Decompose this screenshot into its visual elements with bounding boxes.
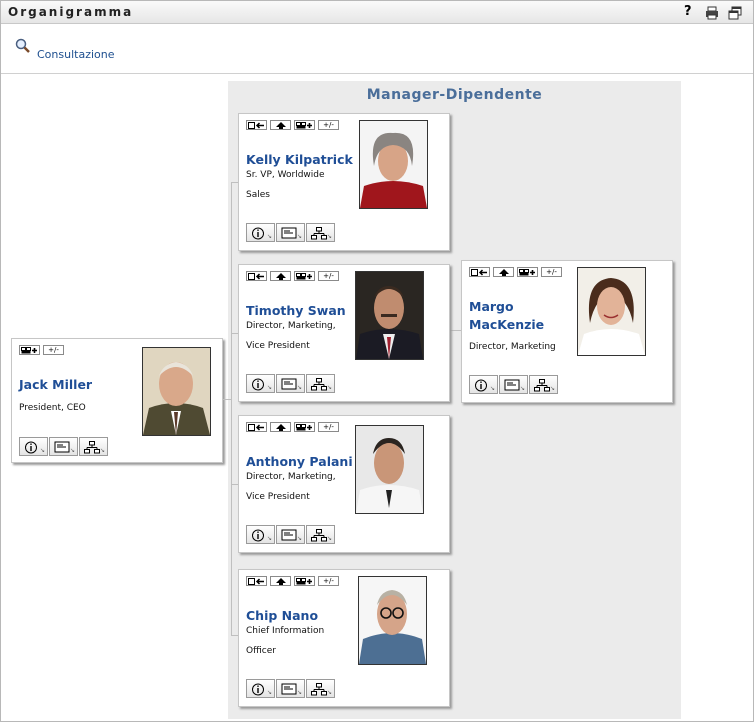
person-title: Director, Marketing <box>469 342 556 352</box>
person-name-line2[interactable]: MacKenzie <box>469 316 544 334</box>
up-manager-icon[interactable] <box>270 576 291 586</box>
magnifier-icon[interactable] <box>15 38 31 58</box>
person-photo <box>359 120 428 209</box>
person-name[interactable]: Jack Miller <box>19 376 92 394</box>
person-name-line1[interactable]: Margo <box>469 298 514 316</box>
expand-collapse-icon[interactable]: +/- <box>318 120 339 130</box>
org-chart-icon[interactable]: ↘ <box>529 375 558 394</box>
card-actions: ↘ ↘ ↘ <box>19 437 108 456</box>
up-manager-icon[interactable] <box>270 120 291 130</box>
vcard-icon[interactable]: ↘ <box>276 679 305 698</box>
set-root-icon[interactable] <box>246 422 267 432</box>
person-title-line2: Officer <box>246 646 276 656</box>
connector-line <box>223 399 232 400</box>
expand-collapse-icon[interactable]: +/- <box>541 267 562 277</box>
person-title: President, CEO <box>19 403 86 413</box>
show-reports-icon[interactable] <box>294 271 315 281</box>
up-manager-icon[interactable] <box>270 271 291 281</box>
set-root-icon[interactable] <box>246 120 267 130</box>
person-name[interactable]: Kelly Kilpatrick <box>246 151 353 169</box>
person-name[interactable]: Anthony Palani <box>246 453 353 471</box>
person-photo <box>142 347 211 436</box>
window-frame: Organigramma ? Consultazione +/- Jack Mi… <box>0 0 754 722</box>
vcard-icon[interactable]: ↘ <box>276 374 305 393</box>
up-manager-icon[interactable] <box>270 422 291 432</box>
card-actions: ↘ ↘ ↘ <box>469 375 558 394</box>
info-icon[interactable]: ↘ <box>469 375 498 394</box>
person-name[interactable]: Timothy Swan <box>246 302 346 320</box>
info-icon[interactable]: ↘ <box>246 374 275 393</box>
person-photo <box>358 576 427 665</box>
print-icon[interactable] <box>705 5 719 20</box>
person-title-line2: Vice President <box>246 492 310 502</box>
show-reports-icon[interactable] <box>294 576 315 586</box>
vcard-icon[interactable]: ↘ <box>276 223 305 242</box>
vcard-icon[interactable]: ↘ <box>49 437 78 456</box>
expand-collapse-icon[interactable]: +/- <box>318 576 339 586</box>
info-icon[interactable]: ↘ <box>246 679 275 698</box>
card-toolbar: +/- <box>246 271 339 281</box>
expand-collapse-icon[interactable]: +/- <box>318 422 339 432</box>
person-title-line2: Sales <box>246 190 270 200</box>
card-toolbar: +/- <box>246 120 339 130</box>
panel-title: Manager-Dipendente <box>366 87 543 103</box>
expand-collapse-icon[interactable]: +/- <box>43 345 64 355</box>
connector-line <box>231 182 232 635</box>
info-icon[interactable]: ↘ <box>246 223 275 242</box>
org-chart-icon[interactable]: ↘ <box>306 679 335 698</box>
vcard-icon[interactable]: ↘ <box>276 525 305 544</box>
info-icon[interactable]: ↘ <box>19 437 48 456</box>
card-toolbar: +/- <box>19 345 64 355</box>
set-root-icon[interactable] <box>246 271 267 281</box>
person-title-line1: Director, Marketing, <box>246 472 336 482</box>
person-card-subreport: +/- Margo MacKenzie Director, Marketing … <box>461 260 673 403</box>
set-root-icon[interactable] <box>469 267 490 277</box>
org-chart-icon[interactable]: ↘ <box>306 525 335 544</box>
person-title-line1: Chief Information <box>246 626 325 636</box>
person-title-line2: Vice President <box>246 341 310 351</box>
person-name[interactable]: Chip Nano <box>246 607 318 625</box>
person-title-line1: Sr. VP, Worldwide <box>246 170 325 180</box>
info-icon[interactable]: ↘ <box>246 525 275 544</box>
card-actions: ↘ ↘ ↘ <box>246 525 335 544</box>
person-card-root: +/- Jack Miller President, CEO ↘ ↘ ↘ <box>11 338 223 463</box>
show-reports-icon[interactable] <box>294 422 315 432</box>
card-actions: ↘ ↘ ↘ <box>246 223 335 242</box>
lookup-link[interactable]: Consultazione <box>37 48 115 61</box>
org-chart-icon[interactable]: ↘ <box>79 437 108 456</box>
card-toolbar: +/- <box>246 576 339 586</box>
help-icon[interactable]: ? <box>684 4 698 19</box>
org-chart-icon[interactable]: ↘ <box>306 374 335 393</box>
vcard-icon[interactable]: ↘ <box>499 375 528 394</box>
person-card: +/- Anthony Palani Director, Marketing, … <box>238 415 450 553</box>
card-actions: ↘ ↘ ↘ <box>246 679 335 698</box>
set-root-icon[interactable] <box>246 576 267 586</box>
card-actions: ↘ ↘ ↘ <box>246 374 335 393</box>
person-photo <box>577 267 646 356</box>
show-reports-icon[interactable] <box>294 120 315 130</box>
person-photo <box>355 425 424 514</box>
org-chart-icon[interactable]: ↘ <box>306 223 335 242</box>
title-bar: Organigramma ? <box>1 1 753 24</box>
card-toolbar: +/- <box>246 422 339 432</box>
show-reports-icon[interactable] <box>19 345 40 355</box>
window-title: Organigramma <box>8 5 134 19</box>
up-manager-icon[interactable] <box>493 267 514 277</box>
toolbar: Consultazione <box>1 24 753 74</box>
expand-collapse-icon[interactable]: +/- <box>318 271 339 281</box>
person-card: +/- Timothy Swan Director, Marketing, Vi… <box>238 264 450 402</box>
person-photo <box>355 271 424 360</box>
person-card: +/- Chip Nano Chief Information Officer … <box>238 569 450 707</box>
person-card: +/- Kelly Kilpatrick Sr. VP, Worldwide S… <box>238 113 450 251</box>
person-title-line1: Director, Marketing, <box>246 321 336 331</box>
restore-window-icon[interactable] <box>728 5 742 20</box>
card-toolbar: +/- <box>469 267 562 277</box>
show-reports-icon[interactable] <box>517 267 538 277</box>
